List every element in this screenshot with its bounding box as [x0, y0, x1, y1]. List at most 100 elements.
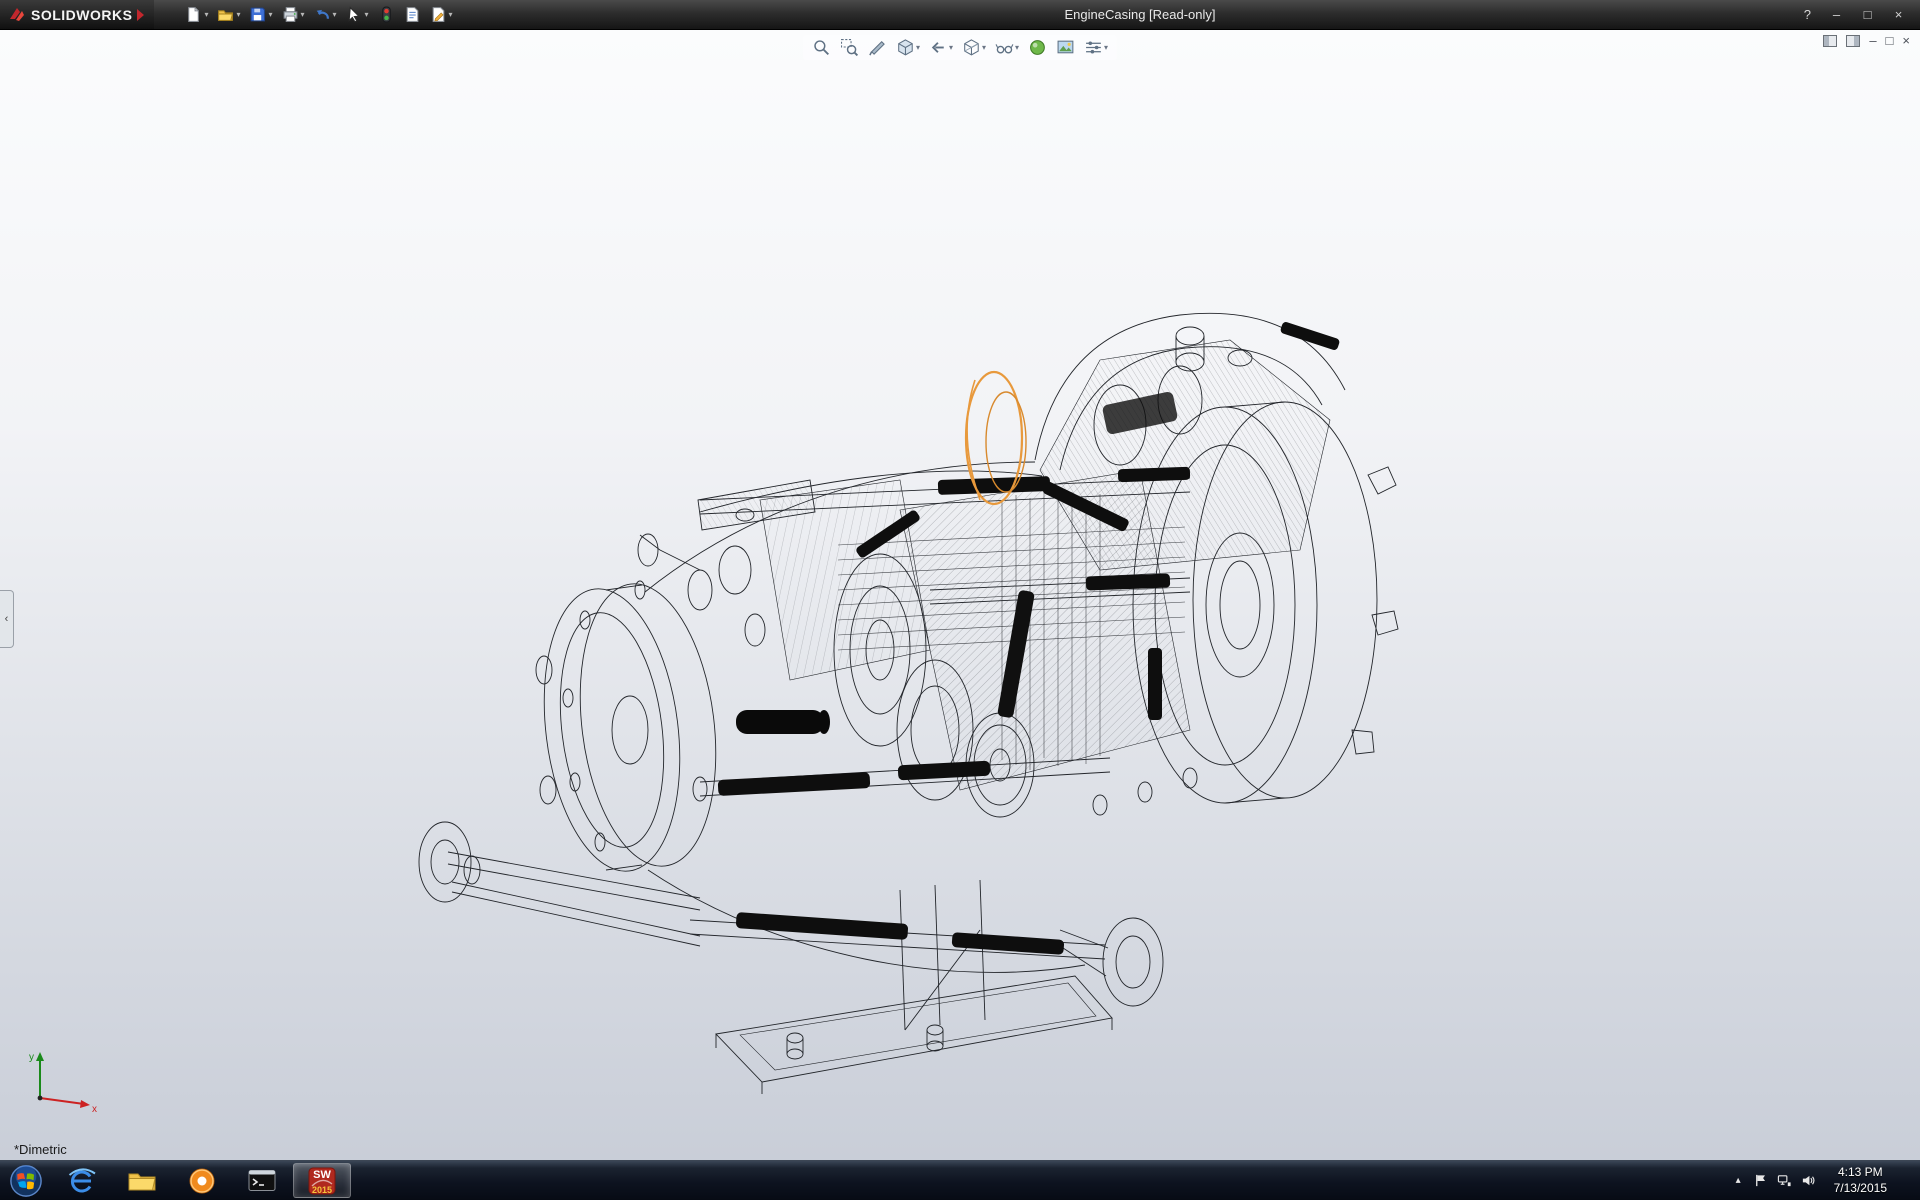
- apply-scene-icon: [1056, 38, 1075, 57]
- options-button[interactable]: ▾: [427, 4, 456, 25]
- command-prompt-icon: [247, 1166, 277, 1196]
- select-dropdown-arrow[interactable]: ▾: [365, 11, 369, 19]
- hidden-icons-button[interactable]: ▴: [1733, 1175, 1744, 1186]
- solidworks-version-badge: 2015: [312, 1186, 332, 1195]
- appearance-ball-icon: [1028, 38, 1047, 57]
- titlebar: SOLIDWORKS ▾ ▾ ▾: [0, 0, 1920, 30]
- window-title: EngineCasing [Read-only]: [1064, 0, 1215, 30]
- taskbar-windows-explorer-button[interactable]: [113, 1163, 171, 1198]
- rebuild-button[interactable]: [375, 4, 398, 25]
- hide-show-dropdown-arrow[interactable]: ▾: [1015, 44, 1019, 52]
- windows-start-orb-icon: [9, 1164, 43, 1198]
- app-logo: SOLIDWORKS: [0, 0, 154, 29]
- system-tray: ▴ 4:13 PM 7/13/2015: [1733, 1161, 1920, 1200]
- view-orientation-cube-icon: [896, 38, 915, 57]
- zoom-to-fit-icon: [812, 38, 831, 57]
- taskbar-media-player-button[interactable]: [173, 1163, 231, 1198]
- edit-appearance-button[interactable]: [1027, 37, 1048, 58]
- save-floppy-icon: [249, 6, 266, 23]
- collapse-arrow-icon: ‹: [5, 613, 9, 625]
- view-orientation-button[interactable]: ▾: [895, 37, 921, 58]
- zoom-to-area-button[interactable]: [839, 37, 860, 58]
- logo-chevron-icon: [137, 9, 144, 21]
- previous-view-button[interactable]: ▾: [928, 37, 954, 58]
- view-orientation-label: *Dimetric: [14, 1142, 67, 1157]
- print-icon: [282, 6, 299, 23]
- print-button[interactable]: ▾: [279, 4, 308, 25]
- zoom-to-area-icon: [840, 38, 859, 57]
- section-view-button[interactable]: [867, 37, 888, 58]
- taskbar: SW 2015 ▴ 4:13 PM 7/13/2015: [0, 1160, 1920, 1200]
- undo-button[interactable]: ▾: [311, 4, 340, 25]
- doc-restore-button[interactable]: □: [1886, 34, 1894, 48]
- folder-icon: [127, 1166, 157, 1196]
- main-toolbar: ▾ ▾ ▾ ▾: [182, 4, 455, 25]
- view-orientation-dropdown-arrow[interactable]: ▾: [916, 44, 920, 52]
- open-dropdown-arrow[interactable]: ▾: [236, 11, 240, 19]
- previous-view-icon: [929, 38, 948, 57]
- pane-left-icon[interactable]: [1823, 35, 1837, 47]
- select-button[interactable]: ▾: [343, 4, 372, 25]
- doc-minimize-button[interactable]: –: [1869, 34, 1876, 48]
- graphics-viewport[interactable]: ▾ ▾ ▾ ▾: [0, 30, 1920, 1160]
- featuremanager-collapsed-tab[interactable]: ‹: [0, 590, 14, 648]
- hide-show-items-button[interactable]: ▾: [994, 37, 1020, 58]
- volume-icon[interactable]: [1801, 1173, 1816, 1188]
- display-style-dropdown-arrow[interactable]: ▾: [982, 44, 986, 52]
- hide-show-glasses-icon: [995, 38, 1014, 57]
- app-logo-text: SOLIDWORKS: [31, 7, 132, 23]
- network-icon[interactable]: [1777, 1173, 1792, 1188]
- options-icon: [430, 6, 447, 23]
- save-dropdown-arrow[interactable]: ▾: [268, 11, 272, 19]
- open-folder-icon: [217, 6, 234, 23]
- reference-triad[interactable]: y x: [22, 1044, 106, 1116]
- view-settings-dropdown-arrow[interactable]: ▾: [1104, 44, 1108, 52]
- rebuild-traffic-light-icon: [378, 6, 395, 23]
- new-dropdown-arrow[interactable]: ▾: [204, 11, 208, 19]
- highlighted-edge[interactable]: [966, 372, 1026, 504]
- action-center-flag-icon[interactable]: [1753, 1173, 1768, 1188]
- close-button[interactable]: ×: [1885, 4, 1912, 26]
- internet-explorer-icon: [67, 1166, 97, 1196]
- taskbar-solidworks-button[interactable]: SW 2015: [293, 1163, 351, 1198]
- doc-close-button[interactable]: ×: [1902, 34, 1910, 48]
- view-settings-icon: [1084, 38, 1103, 57]
- media-player-icon: [187, 1166, 217, 1196]
- clock-date: 7/13/2015: [1834, 1181, 1887, 1197]
- print-dropdown-arrow[interactable]: ▾: [301, 11, 305, 19]
- display-style-cube-icon: [962, 38, 981, 57]
- restore-button[interactable]: □: [1854, 4, 1881, 26]
- triad-x-label: x: [92, 1104, 97, 1115]
- previous-view-dropdown-arrow[interactable]: ▾: [949, 44, 953, 52]
- help-button[interactable]: ?: [1796, 7, 1819, 22]
- save-button[interactable]: ▾: [246, 4, 275, 25]
- triad-y-label: y: [29, 1052, 34, 1063]
- display-style-button[interactable]: ▾: [961, 37, 987, 58]
- wireframe-geometry[interactable]: [419, 313, 1398, 1094]
- new-document-button[interactable]: ▾: [182, 4, 211, 25]
- window-controls: ? – □ ×: [1796, 4, 1920, 26]
- apply-scene-button[interactable]: [1055, 37, 1076, 58]
- taskbar-clock[interactable]: 4:13 PM 7/13/2015: [1825, 1165, 1896, 1196]
- options-dropdown-arrow[interactable]: ▾: [449, 11, 453, 19]
- file-properties-button[interactable]: [401, 4, 424, 25]
- taskbar-command-prompt-button[interactable]: [233, 1163, 291, 1198]
- clock-time: 4:13 PM: [1834, 1165, 1887, 1181]
- pane-right-icon[interactable]: [1846, 35, 1860, 47]
- document-window-controls: – □ ×: [1823, 34, 1910, 48]
- solidworks-icon-text: SW: [313, 1170, 331, 1181]
- minimize-button[interactable]: –: [1823, 4, 1850, 26]
- undo-dropdown-arrow[interactable]: ▾: [333, 11, 337, 19]
- undo-icon: [314, 6, 331, 23]
- select-cursor-icon: [346, 6, 363, 23]
- start-button[interactable]: [0, 1161, 52, 1200]
- new-document-icon: [185, 6, 202, 23]
- solidworks-logo-icon: [8, 6, 26, 24]
- engine-casing-model[interactable]: [0, 30, 1920, 1160]
- open-button[interactable]: ▾: [214, 4, 243, 25]
- taskbar-internet-explorer-button[interactable]: [53, 1163, 111, 1198]
- zoom-to-fit-button[interactable]: [811, 37, 832, 58]
- file-properties-icon: [404, 6, 421, 23]
- view-settings-button[interactable]: ▾: [1083, 37, 1109, 58]
- headsup-view-toolbar: ▾ ▾ ▾ ▾: [803, 35, 1117, 60]
